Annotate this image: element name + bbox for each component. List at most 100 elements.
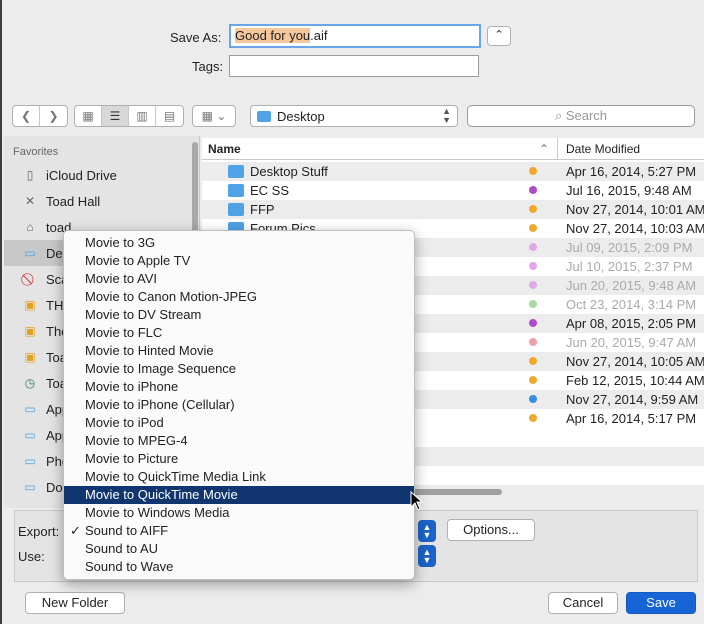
menu-item[interactable]: ✓ Sound to AIFF (64, 522, 414, 540)
file-name: Desktop Stuff (250, 164, 328, 179)
export-format-menu: Movie to 3G Movie to Apple TV Movie to AVI… (63, 230, 415, 580)
menu-item[interactable]: Movie to QuickTime Movie (64, 486, 414, 504)
folder-icon (228, 165, 244, 178)
updown-icon: ▲ ▼ (422, 547, 432, 565)
tags-field[interactable] (229, 55, 479, 77)
location-popup[interactable]: Desktop ▲ ▼ (250, 105, 458, 127)
menu-item[interactable]: Movie to MPEG-4 (64, 432, 414, 450)
menu-item[interactable]: Movie to Image Sequence (64, 360, 414, 378)
column-divider (557, 138, 558, 160)
menu-item[interactable]: Movie to Canon Motion-JPEG (64, 288, 414, 306)
file-row[interactable]: Desktop Stuff Apr 16, 2014, 5:27 PM (202, 162, 704, 181)
folder-icon (228, 203, 244, 216)
menu-item-label: Movie to FLC (85, 325, 163, 340)
file-row[interactable]: FFP Nov 27, 2014, 10:01 AM (202, 200, 704, 219)
menu-item-label: Sound to Wave (85, 559, 174, 574)
folder-icon: ▭ (24, 428, 36, 442)
menu-item[interactable]: Movie to iPhone (Cellular) (64, 396, 414, 414)
tag-dot (529, 300, 537, 308)
forward-button[interactable]: ❯ (40, 106, 67, 126)
sidebar-item-label: Toad Hall (46, 193, 101, 209)
tag-dot (529, 262, 537, 270)
menu-item-label: Movie to iPhone (Cellular) (85, 397, 235, 412)
date-column-header[interactable]: Date Modified (566, 142, 640, 156)
file-date: Nov 27, 2014, 10:03 AM (566, 221, 704, 236)
sidebar-item[interactable]: ✕ Toad Hall (4, 188, 199, 214)
folder-icon: ▭ (24, 246, 36, 260)
arrange-button[interactable]: ▦ ⌄ (193, 106, 235, 126)
cancel-button[interactable]: Cancel (548, 592, 618, 614)
menu-item-label: Movie to QuickTime Movie (85, 487, 238, 502)
folder-icon: ▭ (24, 454, 36, 468)
back-button[interactable]: ❮ (13, 106, 40, 126)
options-button[interactable]: Options... (447, 519, 535, 541)
menu-item[interactable]: Movie to 3G (64, 234, 414, 252)
menu-item[interactable]: Movie to FLC (64, 324, 414, 342)
tag-dot (529, 357, 537, 365)
menu-item-label: Movie to Picture (85, 451, 179, 466)
file-date: Jun 20, 2015, 9:48 AM (566, 278, 697, 293)
export-popup-stepper[interactable]: ▲ ▼ (418, 520, 436, 542)
tag-dot (529, 224, 537, 232)
column-view-button[interactable]: ▥ (129, 106, 156, 126)
menu-item-label: Movie to Hinted Movie (85, 343, 214, 358)
tag-dot (529, 414, 537, 422)
file-date: Feb 12, 2015, 10:44 AM (566, 373, 704, 388)
file-date: Apr 08, 2015, 2:05 PM (566, 316, 697, 331)
file-name: EC SS (250, 183, 290, 198)
tag-dot (529, 281, 537, 289)
tag-dot (529, 319, 537, 327)
name-column-header[interactable]: Name (208, 142, 241, 156)
use-label: Use: (18, 549, 45, 564)
sidebar-item-label: TH (46, 297, 64, 313)
menu-item[interactable]: Movie to Picture (64, 450, 414, 468)
tag-dot (529, 376, 537, 384)
sidebar-item[interactable]: ▯ iCloud Drive (4, 162, 199, 188)
menu-item[interactable]: Movie to DV Stream (64, 306, 414, 324)
menu-item-label: Movie to iPhone (85, 379, 179, 394)
icon-view-button[interactable]: ▦ (75, 106, 102, 126)
menu-item[interactable]: Movie to AVI (64, 270, 414, 288)
menu-item-label: Movie to Apple TV (85, 253, 191, 268)
horizontal-scrollbar[interactable] (412, 489, 502, 495)
grid-icon: ▦ (82, 109, 94, 123)
coverflow-view-button[interactable]: ▤ (156, 106, 183, 126)
menu-item[interactable]: Movie to Windows Media (64, 504, 414, 522)
menu-item-label: Movie to AVI (85, 271, 158, 286)
chevron-up-icon: ⌃ (494, 29, 504, 41)
file-date: Nov 27, 2014, 10:05 AM (566, 354, 704, 369)
menu-item[interactable]: Movie to Apple TV (64, 252, 414, 270)
menu-item-label: Movie to DV Stream (85, 307, 202, 322)
save-button[interactable]: Save (626, 592, 696, 614)
chevron-right-icon: ❯ (48, 109, 59, 123)
menu-item[interactable]: Sound to AU (64, 540, 414, 558)
menu-item-label: Movie to iPod (85, 415, 164, 430)
expand-toggle-button[interactable]: ⌃ (487, 26, 511, 46)
sort-chevron-icon: ⌃ (539, 142, 550, 156)
tag-dot (529, 395, 537, 403)
new-folder-button[interactable]: New Folder (25, 592, 125, 614)
tag-dot (529, 338, 537, 346)
view-mode-control: ▦ ☰ ▥ ▤ (74, 105, 184, 127)
file-date: Nov 27, 2014, 9:59 AM (566, 392, 699, 407)
use-popup-stepper[interactable]: ▲ ▼ (418, 545, 436, 567)
file-row[interactable]: EC SS Jul 16, 2015, 9:48 AM (202, 181, 704, 200)
menu-item[interactable]: Movie to iPhone (64, 378, 414, 396)
folder-icon (257, 110, 271, 122)
filename-field[interactable]: Good for you.aif (229, 24, 481, 48)
menu-item[interactable]: Movie to Hinted Movie (64, 342, 414, 360)
sidebar-item-label: iCloud Drive (46, 167, 117, 183)
location-label: Desktop (277, 108, 325, 124)
search-field[interactable]: ⌕ Search (467, 105, 695, 127)
file-date: Oct 23, 2014, 3:14 PM (566, 297, 697, 312)
arrange-control: ▦ ⌄ (192, 105, 236, 127)
menu-item[interactable]: Sound to Wave (64, 558, 414, 576)
search-placeholder: Search (565, 108, 608, 123)
chevron-left-icon: ❮ (20, 109, 32, 123)
list-view-button[interactable]: ☰ (102, 106, 129, 126)
columns-icon: ▥ (136, 109, 148, 123)
file-date: Jun 20, 2015, 9:47 AM (566, 335, 697, 350)
menu-item-label: Sound to AIFF (85, 523, 169, 538)
menu-item[interactable]: Movie to iPod (64, 414, 414, 432)
menu-item[interactable]: Movie to QuickTime Media Link (64, 468, 414, 486)
